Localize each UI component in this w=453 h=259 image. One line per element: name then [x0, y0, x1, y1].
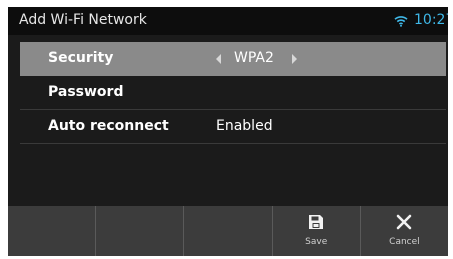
- save-label: Save: [305, 237, 328, 247]
- save-icon: [309, 215, 324, 229]
- settings-list: Security WPA2 Password Auto reconnect En…: [20, 42, 446, 144]
- previous-option-icon[interactable]: [216, 54, 221, 64]
- security-value: WPA2: [234, 50, 274, 66]
- close-icon: [397, 214, 412, 230]
- next-option-icon[interactable]: [292, 54, 297, 64]
- empty-slot: [184, 206, 273, 256]
- bottom-action-bar: Save Cancel: [8, 206, 448, 256]
- app-title: Add Wi-Fi Network: [19, 12, 147, 28]
- password-label: Password: [48, 84, 124, 100]
- cancel-label: Cancel: [389, 237, 420, 247]
- auto-reconnect-row[interactable]: Auto reconnect Enabled: [20, 110, 446, 144]
- device-screen: Add Wi-Fi Network 10:27 Security WPA2 Pa…: [8, 7, 448, 256]
- clock: 10:27: [414, 12, 448, 28]
- password-row[interactable]: Password: [20, 76, 446, 110]
- empty-slot: [8, 206, 97, 256]
- security-row[interactable]: Security WPA2: [20, 42, 446, 76]
- cancel-button[interactable]: Cancel: [361, 206, 448, 256]
- security-label: Security: [48, 50, 114, 66]
- empty-slot: [96, 206, 185, 256]
- wifi-icon: [394, 16, 408, 27]
- auto-reconnect-value: Enabled: [216, 118, 273, 134]
- auto-reconnect-label: Auto reconnect: [48, 118, 169, 134]
- save-button[interactable]: Save: [273, 206, 361, 256]
- status-bar: Add Wi-Fi Network 10:27: [8, 7, 448, 35]
